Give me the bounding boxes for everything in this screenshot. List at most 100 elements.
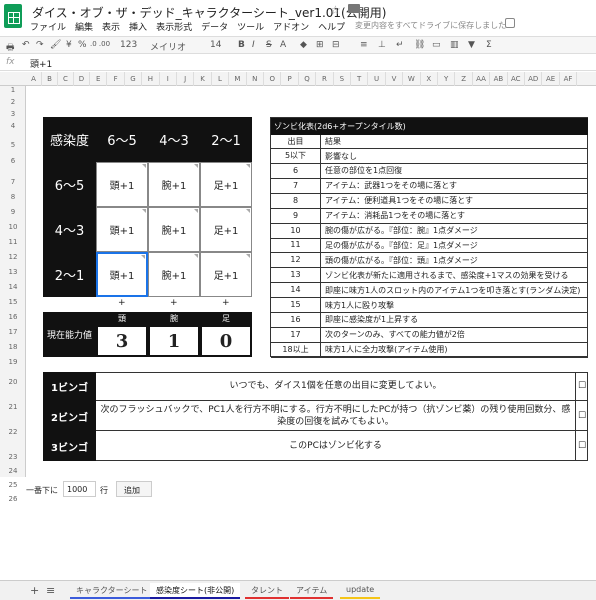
row-header[interactable]: 19 (0, 358, 26, 366)
row-header[interactable]: 5 (0, 141, 26, 149)
column-header[interactable]: H (142, 72, 160, 86)
italic-button[interactable]: I (252, 40, 255, 50)
infection-cell[interactable]: 頭+1 (96, 162, 148, 207)
formula-input[interactable]: 頭+1 (30, 57, 52, 70)
text-color-button[interactable]: A (280, 40, 286, 50)
row-header[interactable]: 15 (0, 298, 26, 306)
column-header[interactable]: D (74, 72, 90, 86)
print-icon[interactable]: 🖶 (6, 40, 15, 56)
menu-item[interactable]: ツール (237, 20, 264, 33)
column-header[interactable]: N (247, 72, 264, 86)
row-header[interactable]: 12 (0, 253, 26, 261)
borders-icon[interactable]: ⊞ (316, 40, 324, 50)
sheets-logo-icon[interactable] (4, 4, 22, 28)
row-header[interactable]: 20 (0, 378, 26, 386)
paint-format-icon[interactable]: 🖌 (50, 40, 61, 50)
row-header[interactable]: 13 (0, 268, 26, 276)
infection-cell[interactable]: 頭+1 (96, 207, 148, 252)
row-header[interactable]: 7 (0, 178, 26, 186)
column-header[interactable]: W (403, 72, 421, 86)
bingo-checkbox[interactable]: ☐ (576, 372, 588, 401)
column-header[interactable]: F (107, 72, 125, 86)
menu-item[interactable]: 表示形式 (156, 20, 192, 33)
menu-item[interactable]: データ (201, 20, 228, 33)
comments-icon[interactable] (505, 18, 515, 28)
font-select[interactable]: メイリオ (150, 40, 186, 53)
font-size-select[interactable]: 14 (210, 40, 221, 50)
valign-icon[interactable]: ⊥ (378, 40, 386, 50)
add-rows-button[interactable]: 追加 (116, 481, 152, 497)
ability-value[interactable]: 0 (200, 325, 252, 357)
sheet-tab[interactable]: アイテム (290, 583, 334, 599)
column-header[interactable]: C (58, 72, 74, 86)
add-sheet-icon[interactable]: + (30, 584, 39, 597)
add-rows-input[interactable]: 1000 (63, 481, 96, 497)
menu-item[interactable]: 表示 (102, 20, 120, 33)
row-header[interactable]: 14 (0, 283, 26, 291)
wrap-icon[interactable]: ↵ (396, 40, 404, 50)
folder-icon[interactable] (348, 4, 360, 13)
menu-item[interactable]: ファイル (30, 20, 66, 33)
infection-cell[interactable]: 腕+1 (148, 207, 200, 252)
ability-value[interactable]: 1 (148, 325, 200, 357)
column-header[interactable]: AF (560, 72, 578, 86)
column-header[interactable]: R (316, 72, 334, 86)
infection-cell[interactable]: 足+1 (200, 252, 252, 297)
row-header[interactable]: 22 (0, 428, 26, 436)
menu-item[interactable]: 挿入 (129, 20, 147, 33)
menu-item[interactable]: アドオン (273, 20, 309, 33)
infection-cell[interactable]: 腕+1 (148, 162, 200, 207)
column-header[interactable]: V (386, 72, 404, 86)
row-header[interactable]: 8 (0, 193, 26, 201)
row-header[interactable]: 21 (0, 403, 26, 411)
row-header[interactable]: 1 (0, 86, 26, 94)
column-header[interactable]: G (125, 72, 143, 86)
row-header[interactable]: 11 (0, 238, 26, 246)
column-header[interactable]: X (421, 72, 438, 86)
row-header[interactable]: 18 (0, 343, 26, 351)
column-header[interactable]: A (26, 72, 42, 86)
row-header[interactable]: 26 (0, 495, 26, 503)
sheet-tab[interactable]: update (340, 583, 381, 599)
sheet-list-icon[interactable]: ≡ (46, 584, 55, 597)
infection-cell[interactable]: 腕+1 (148, 252, 200, 297)
row-header[interactable]: 6 (0, 157, 26, 165)
column-header[interactable]: B (42, 72, 58, 86)
column-header[interactable]: Y (438, 72, 456, 86)
column-header[interactable]: AC (508, 72, 525, 86)
row-header[interactable]: 16 (0, 313, 26, 321)
column-header[interactable]: U (368, 72, 386, 86)
row-header[interactable]: 3 (0, 110, 26, 118)
column-header[interactable]: Q (299, 72, 317, 86)
column-header[interactable]: K (194, 72, 212, 86)
column-header[interactable]: P (281, 72, 299, 86)
merge-icon[interactable]: ⊟ (332, 40, 340, 50)
number-format-button[interactable]: 123 (120, 40, 137, 50)
redo-icon[interactable]: ↷ (36, 40, 44, 50)
infection-cell[interactable]: 足+1 (200, 207, 252, 252)
currency-button[interactable]: ¥ (66, 40, 72, 50)
column-header[interactable]: O (264, 72, 282, 86)
strikethrough-button[interactable]: S (266, 40, 272, 50)
align-icon[interactable]: ≡ (360, 40, 368, 50)
sheet-tab[interactable]: 感染度シート(非公開) (150, 583, 241, 599)
column-header[interactable]: M (229, 72, 247, 86)
column-header[interactable]: AA (473, 72, 491, 86)
column-header[interactable]: J (177, 72, 195, 86)
infection-cell[interactable]: 足+1 (200, 162, 252, 207)
bingo-checkbox[interactable]: ☐ (576, 401, 588, 431)
column-header[interactable]: L (212, 72, 230, 86)
bingo-checkbox[interactable]: ☐ (576, 431, 588, 461)
undo-icon[interactable]: ↶ (22, 40, 30, 50)
column-header[interactable]: S (334, 72, 351, 86)
sheet-tab[interactable]: キャラクターシート (70, 583, 154, 599)
star-icon[interactable]: ☆ (330, 3, 341, 17)
column-header[interactable]: T (351, 72, 369, 86)
row-header[interactable]: 23 (0, 453, 26, 461)
filter-icon[interactable]: ▼ (468, 40, 475, 50)
save-status[interactable]: 変更内容をすべてドライブに保存しました (355, 20, 506, 31)
column-header[interactable]: AD (525, 72, 543, 86)
function-icon[interactable]: Σ (486, 40, 492, 50)
column-header[interactable]: E (90, 72, 108, 86)
ability-value[interactable]: 3 (96, 325, 148, 357)
